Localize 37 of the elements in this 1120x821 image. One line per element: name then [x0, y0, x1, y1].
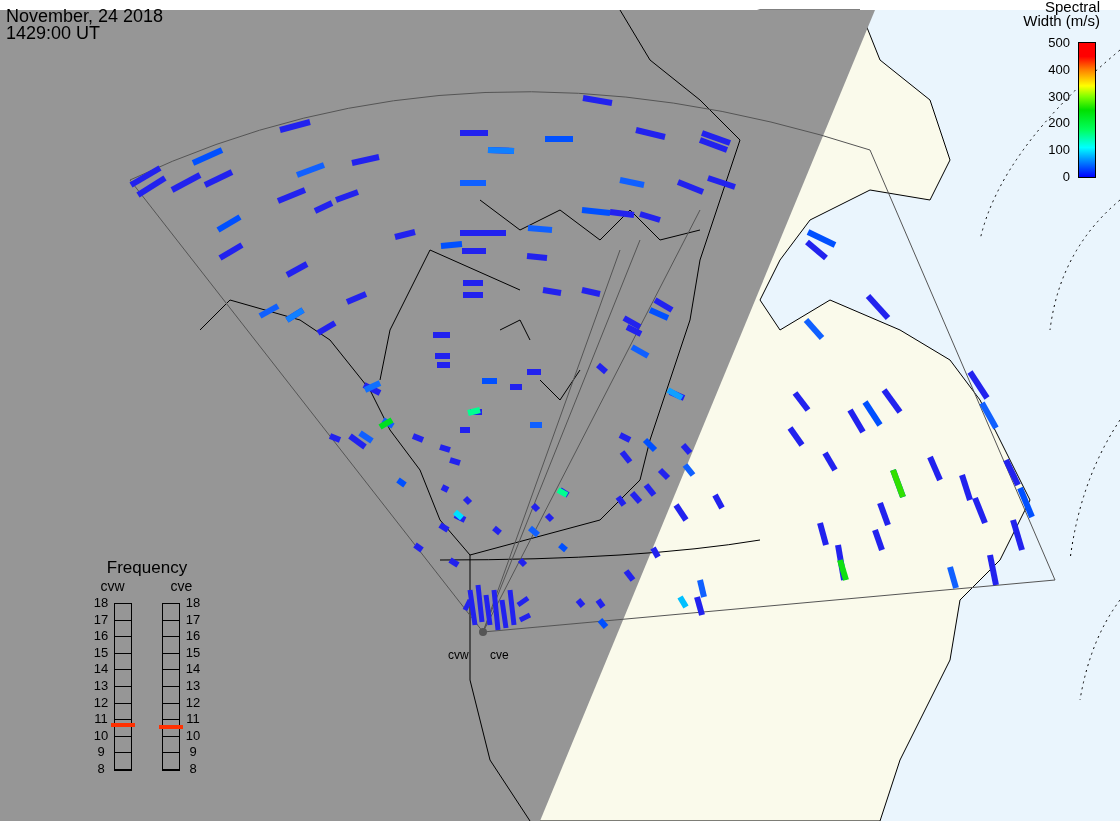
frequency-tick: 18	[185, 596, 201, 610]
frequency-title: Frequency	[106, 558, 188, 578]
colorbar-tick: 100	[1048, 143, 1070, 158]
frequency-tick: 13	[93, 678, 109, 693]
date-label: November, 24 2018	[6, 8, 164, 25]
frequency-tick: 8	[96, 761, 106, 776]
radar-label: cvw	[100, 578, 125, 594]
site-label: cve	[490, 648, 509, 662]
colorbar-tick: 0	[1061, 170, 1070, 184]
frequency-tick: 16	[93, 629, 109, 644]
colorbar-title: Spectral	[1044, 0, 1100, 14]
colorbar-tick: 400	[1048, 62, 1070, 77]
frequency-tick: 13	[185, 678, 201, 693]
frequency-tick: 11	[93, 712, 109, 727]
frequency-tick: 11	[185, 712, 201, 727]
frequency-tick: 8	[188, 761, 198, 776]
frequency-tick: 10	[185, 728, 201, 743]
site-label: cvw	[448, 648, 469, 662]
radar-label: cve	[170, 578, 193, 594]
frequency-tick: 17	[185, 612, 201, 627]
frequency-tick: 9	[188, 745, 198, 760]
frequency-tick: 14	[185, 662, 201, 677]
colorbar-tick: 500	[1048, 36, 1070, 50]
frequency-tick: 18	[93, 596, 109, 610]
frequency-tick: 10	[93, 728, 109, 743]
frequency-tick: 9	[96, 745, 106, 760]
frequency-tick: 12	[185, 695, 201, 710]
frequency-tick: 15	[93, 645, 109, 660]
colorbar-tick: 300	[1048, 89, 1070, 104]
time-label: 1429:00 UT	[6, 25, 102, 42]
frequency-tick: 17	[93, 612, 109, 627]
frequency-tick: 15	[185, 645, 201, 660]
frequency-tick: 16	[185, 629, 201, 644]
colorbar-title: Width (m/s)	[1023, 14, 1100, 28]
frequency-tick: 12	[93, 695, 109, 710]
frequency-tick: 14	[93, 662, 109, 677]
colorbar-tick: 200	[1048, 116, 1070, 131]
